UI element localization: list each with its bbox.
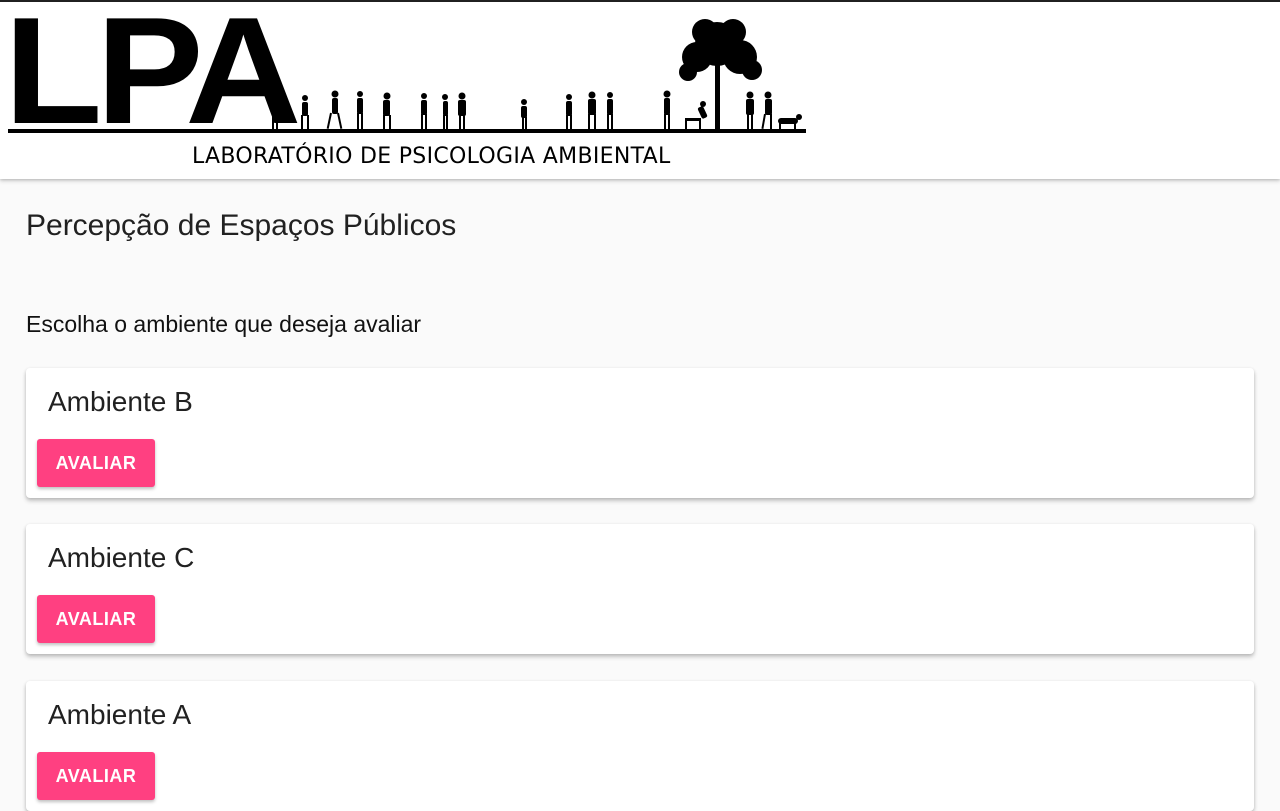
environment-card-title: Ambiente A bbox=[48, 699, 192, 730]
page-title: Percepção de Espaços Públicos bbox=[26, 209, 457, 242]
lpa-logo: LPA LABORATÓRIO DE PSICOLOGIA AMBIENTAL bbox=[0, 0, 820, 177]
choose-environment-prompt: Escolha o ambiente que deseja avaliar bbox=[26, 311, 422, 337]
environment-card-b: Ambiente B AVALIAR bbox=[26, 368, 1254, 498]
environment-card-title: Ambiente B bbox=[48, 386, 193, 417]
logo-subtitle: LABORATÓRIO DE PSICOLOGIA AMBIENTAL bbox=[192, 144, 671, 169]
main-content: Percepção de Espaços Públicos Escolha o … bbox=[0, 179, 1280, 811]
environment-card-c: Ambiente C AVALIAR bbox=[26, 524, 1254, 654]
environment-card-title: Ambiente C bbox=[48, 542, 195, 573]
environment-card-a: Ambiente A AVALIAR bbox=[26, 681, 1254, 811]
evaluate-button-c[interactable]: AVALIAR bbox=[37, 595, 155, 643]
app-header: LPA LABORATÓRIO DE PSICOLOGIA AMBIENTAL bbox=[0, 0, 1280, 179]
evaluate-button-b[interactable]: AVALIAR bbox=[37, 439, 155, 487]
evaluate-button-a[interactable]: AVALIAR bbox=[37, 752, 155, 800]
